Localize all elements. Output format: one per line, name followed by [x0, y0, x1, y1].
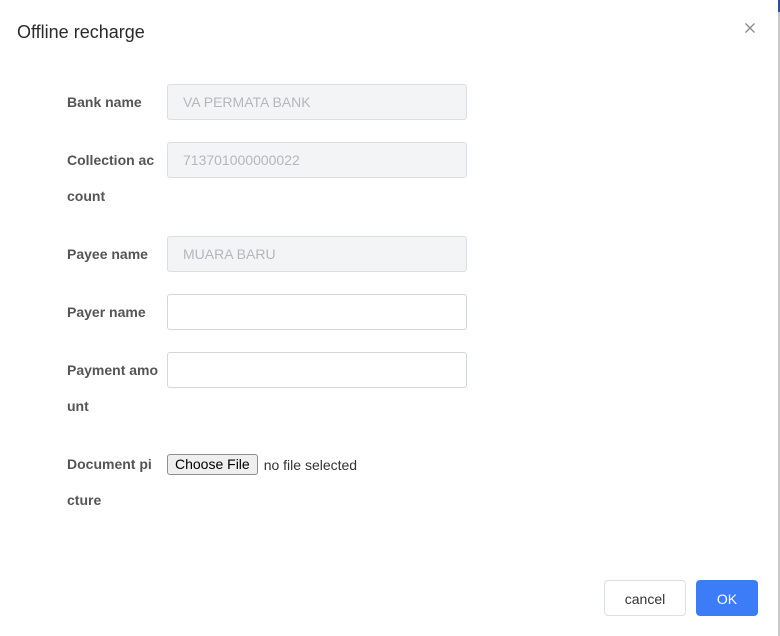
file-status-text: no file selected [263, 456, 358, 473]
payee-name-input[interactable] [167, 236, 467, 272]
payment-amount-input[interactable] [167, 352, 467, 388]
payer-name-input[interactable] [167, 294, 467, 330]
payment-amount-label: Payment amount [67, 362, 159, 414]
choose-file-button[interactable]: Choose File [167, 454, 258, 475]
close-icon [745, 23, 755, 33]
document-picture-label: Document picture [67, 456, 152, 508]
collection-account-label: Collection account [67, 152, 155, 204]
dialog-title: Offline recharge [17, 22, 145, 42]
bank-name-label: Bank name [67, 94, 142, 110]
offline-recharge-dialog: Offline recharge Bank name Collection ac… [0, 0, 780, 636]
close-button[interactable] [740, 18, 760, 38]
payee-name-label: Payee name [67, 246, 148, 262]
cancel-button[interactable]: cancel [604, 580, 686, 616]
payer-name-label: Payer name [67, 304, 146, 320]
document-picture-file-input: Choose File no file selected [167, 454, 357, 475]
ok-button[interactable]: OK [696, 580, 758, 616]
collection-account-input[interactable] [167, 142, 467, 178]
bank-name-input[interactable] [167, 84, 467, 120]
